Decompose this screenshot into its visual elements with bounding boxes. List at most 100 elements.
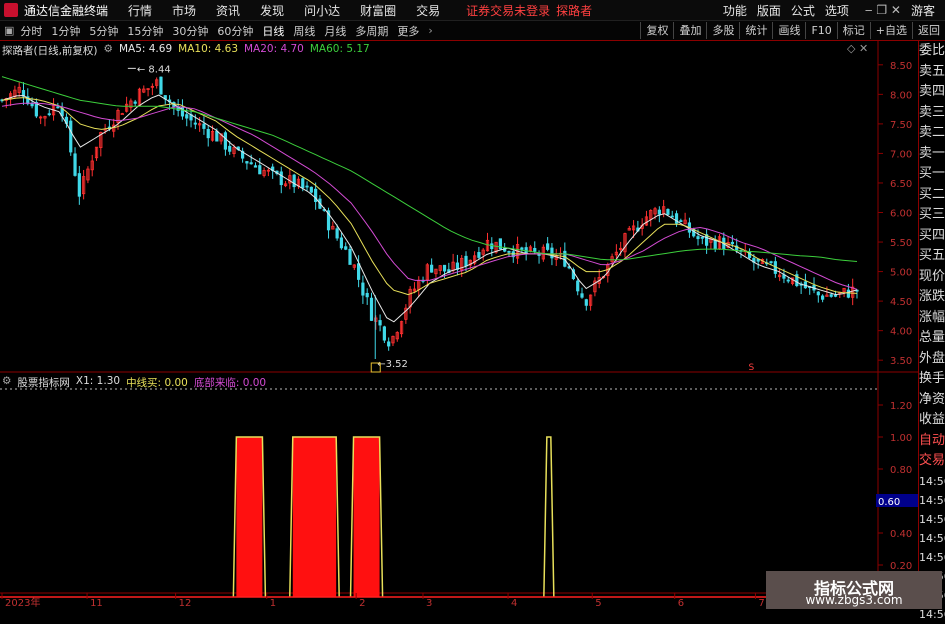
trade-time-1: 14:56 bbox=[919, 493, 945, 507]
trade-time-0: 14:56 bbox=[919, 474, 945, 488]
app-title: 通达信金融终端 bbox=[24, 3, 109, 18]
candle-body bbox=[73, 153, 77, 176]
candle-body bbox=[344, 246, 348, 250]
candle-body bbox=[679, 220, 683, 223]
sidebar-label-5: 卖一 bbox=[919, 145, 945, 161]
menu-trade[interactable]: 交易 bbox=[416, 2, 440, 19]
period-intraday[interactable]: 分时 bbox=[20, 23, 42, 39]
candle-body bbox=[670, 215, 674, 218]
period-daily[interactable]: 日线 bbox=[262, 23, 284, 39]
sidebar-label-4: 卖二 bbox=[919, 125, 945, 140]
menu-function[interactable]: 功能 bbox=[723, 2, 747, 19]
candle-body bbox=[576, 280, 580, 292]
candle-body bbox=[305, 185, 309, 188]
candle-body bbox=[301, 178, 305, 189]
candle-body bbox=[309, 186, 313, 193]
candle-body bbox=[253, 165, 258, 168]
period-weekly[interactable]: 周线 bbox=[293, 23, 315, 39]
draw-line-button[interactable]: 画线 bbox=[772, 22, 805, 39]
watermark: 指标公式网 www.zbgs3.com bbox=[766, 571, 942, 609]
period-5min[interactable]: 5分钟 bbox=[89, 23, 118, 39]
x-tick-label: 5 bbox=[595, 598, 601, 609]
chart-frame bbox=[0, 41, 918, 609]
menu-layout[interactable]: 版面 bbox=[757, 2, 781, 19]
candlesticks bbox=[0, 76, 859, 360]
candle-body bbox=[339, 237, 344, 249]
window-controls-icon[interactable]: ‒ ❐ ✕ bbox=[865, 3, 901, 17]
candle-body bbox=[356, 263, 361, 280]
candle-body bbox=[245, 161, 249, 164]
f10-button[interactable]: F10 bbox=[805, 22, 836, 39]
chart-area[interactable]: ← 8.44 ←3.52 S 8.50 8.00 7.50 7.00 6.50 6.00 5.5… bbox=[0, 41, 918, 609]
main-y-tick-label: 3.50 bbox=[890, 356, 912, 367]
candle-body bbox=[477, 252, 481, 258]
menu-formula[interactable]: 公式 bbox=[791, 2, 815, 19]
menu-market[interactable]: 市场 bbox=[172, 2, 196, 19]
back-button[interactable]: 返回 bbox=[912, 22, 945, 39]
menu-ask[interactable]: 问小达 bbox=[304, 2, 340, 19]
period-monthly[interactable]: 月线 bbox=[324, 23, 346, 39]
candle-body bbox=[202, 123, 206, 129]
add-watchlist-button[interactable]: +自选 bbox=[869, 22, 912, 39]
candle-body bbox=[365, 292, 369, 298]
main-y-tick-label: 4.00 bbox=[890, 327, 912, 338]
main-y-tick-label: 7.50 bbox=[890, 120, 912, 131]
candle-body bbox=[378, 320, 382, 326]
sidebar-label-8: 买三 bbox=[919, 207, 945, 222]
sidebar-label-17: 净资 bbox=[919, 391, 945, 407]
candle-body bbox=[56, 106, 60, 109]
main-y-tick-label: 5.00 bbox=[890, 268, 912, 279]
high-price-label: ← 8.44 bbox=[137, 64, 171, 75]
x-tick-label: 2023年 bbox=[5, 596, 40, 609]
sidebar-label-19[interactable]: 自动 bbox=[919, 431, 945, 452]
candle-body bbox=[120, 113, 124, 115]
candle-body bbox=[580, 293, 584, 298]
overlay-button[interactable]: 叠加 bbox=[673, 22, 706, 39]
sidebar-label-11: 现价 bbox=[919, 268, 945, 284]
sidebar-label-18: 收益 bbox=[919, 412, 945, 427]
candle-body bbox=[258, 165, 262, 175]
statistics-button[interactable]: 统计 bbox=[739, 22, 772, 39]
sidebar-label-3: 卖三 bbox=[919, 104, 945, 120]
menu-market-quotes[interactable]: 行情 bbox=[128, 2, 152, 19]
adjust-button[interactable]: 复权 bbox=[640, 22, 673, 39]
sidebar-label-9: 买四 bbox=[919, 227, 945, 243]
sidebar-label-20[interactable]: 交易 bbox=[919, 451, 945, 472]
candle-body bbox=[700, 236, 704, 239]
trade-time-4: 14:56 bbox=[919, 550, 945, 564]
menu-wealth[interactable]: 财富圈 bbox=[360, 2, 396, 19]
candle-body bbox=[696, 236, 700, 240]
period-60min[interactable]: 60分钟 bbox=[217, 23, 253, 39]
sidebar-label-0: 委比 bbox=[919, 43, 945, 58]
main-y-tick-label: 6.00 bbox=[890, 209, 912, 220]
sidebar-label-7: 买二 bbox=[919, 186, 945, 202]
main-y-tick-label: 4.50 bbox=[890, 297, 912, 308]
period-more[interactable]: 更多 bbox=[397, 23, 419, 39]
candle-body bbox=[223, 132, 228, 150]
menu-options[interactable]: 选项 bbox=[825, 2, 849, 19]
sidebar-label-16: 换手 bbox=[919, 371, 945, 386]
mark-button[interactable]: 标记 bbox=[836, 22, 870, 39]
period-30min[interactable]: 30分钟 bbox=[172, 23, 208, 39]
candle-body bbox=[387, 341, 391, 347]
indicator-y-tick-label: 0.80 bbox=[890, 465, 912, 476]
x-tick-label: 11 bbox=[90, 598, 103, 609]
menu-news[interactable]: 资讯 bbox=[216, 2, 240, 19]
main-y-tick-label: 7.00 bbox=[890, 149, 912, 160]
login-status-text[interactable]: 证券交易未登录 bbox=[466, 2, 550, 19]
period-multi[interactable]: 多周期 bbox=[355, 23, 388, 39]
period-1min[interactable]: 1分钟 bbox=[51, 23, 80, 39]
period-15min[interactable]: 15分钟 bbox=[127, 23, 163, 39]
ma60-line bbox=[1, 76, 858, 262]
menu-discover[interactable]: 发现 bbox=[260, 2, 284, 19]
candle-body bbox=[249, 162, 253, 165]
guest-user[interactable]: 游客 bbox=[911, 2, 935, 19]
candle-body bbox=[348, 248, 352, 265]
ma10-line bbox=[1, 97, 858, 296]
candle-body bbox=[206, 129, 210, 139]
panel-toggle-icon[interactable]: ▣ bbox=[4, 24, 14, 37]
candle-body bbox=[193, 122, 197, 125]
candle-body bbox=[335, 228, 339, 239]
multi-stock-button[interactable]: 多股 bbox=[706, 22, 739, 39]
chevron-right-icon[interactable]: › bbox=[428, 24, 432, 37]
